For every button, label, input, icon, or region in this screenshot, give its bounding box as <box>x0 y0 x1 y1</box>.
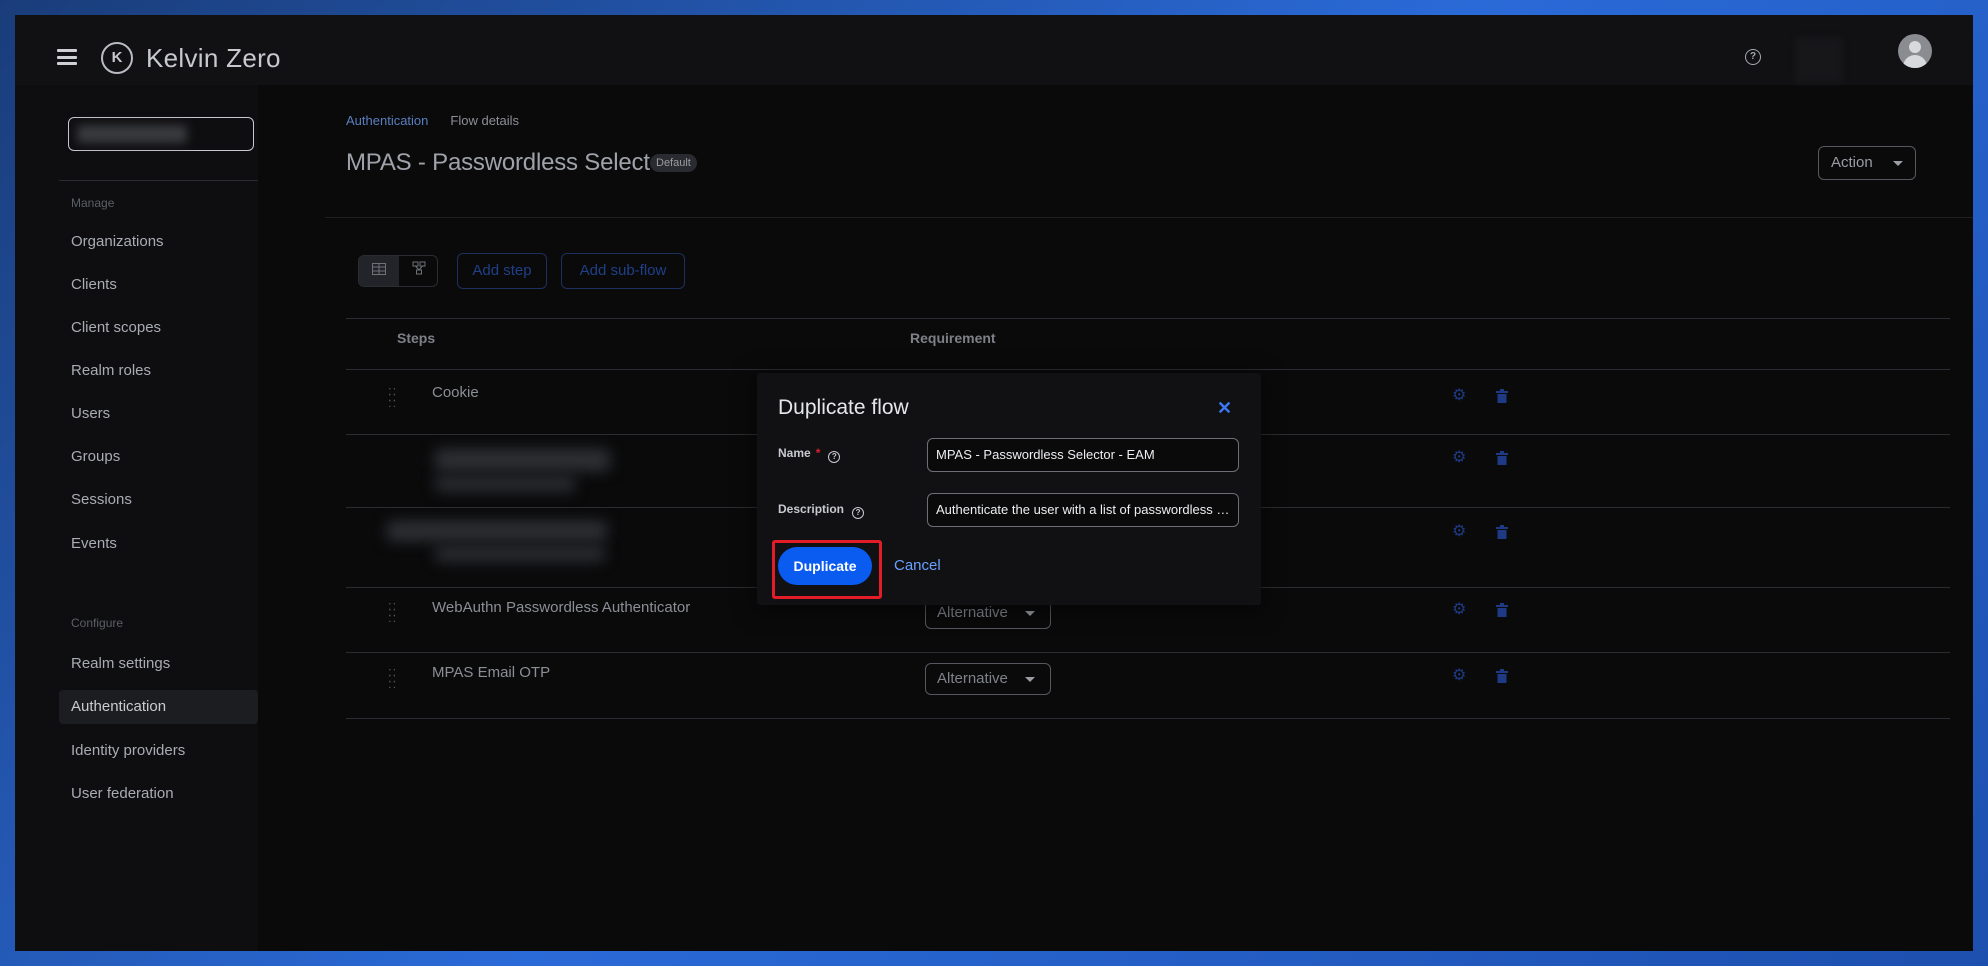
drag-handle-icon[interactable]: :::::: <box>388 665 398 690</box>
trash-icon[interactable] <box>1496 603 1510 617</box>
step-name: MPAS Email OTP <box>432 664 551 681</box>
sidebar-item-groups[interactable]: Groups <box>59 440 258 474</box>
name-label: Name *? <box>778 446 841 463</box>
description-input[interactable]: Authenticate the user with a list of pas… <box>927 493 1239 527</box>
chevron-down-icon <box>1025 611 1035 616</box>
sidebar-item-realm-roles[interactable]: Realm roles <box>59 354 258 388</box>
brand-name: Kelvin Zero <box>146 43 281 73</box>
sidebar-item-events[interactable]: Events <box>59 527 258 561</box>
page-title: MPAS - Passwordless Selector <box>346 149 671 176</box>
name-label-text: Name <box>778 446 811 460</box>
sidebar-item-clients[interactable]: Clients <box>59 268 258 302</box>
sidebar-divider <box>59 180 258 181</box>
add-subflow-button[interactable]: Add sub-flow <box>561 253 685 289</box>
trash-icon[interactable] <box>1496 451 1510 465</box>
chevron-down-icon <box>1025 677 1035 682</box>
name-input[interactable]: MPAS - Passwordless Selector - EAM <box>927 438 1239 472</box>
requirement-value: Alternative <box>937 604 1008 621</box>
sidebar-item-user-federation[interactable]: User federation <box>59 777 258 811</box>
action-dropdown[interactable]: Action <box>1818 146 1916 180</box>
drag-handle-icon[interactable]: :::::: <box>388 384 398 409</box>
description-label: Description? <box>778 502 865 519</box>
cancel-button[interactable]: Cancel <box>894 557 941 574</box>
avatar[interactable] <box>1898 34 1932 68</box>
sidebar <box>15 85 258 951</box>
sidebar-item-authentication[interactable]: Authentication <box>59 690 258 724</box>
step-name: Cookie <box>432 384 479 401</box>
diagram-view-icon[interactable] <box>399 256 437 286</box>
redacted-step-detail <box>435 477 575 491</box>
table-row-divider <box>346 652 1950 653</box>
sidebar-item-organizations[interactable]: Organizations <box>59 225 258 259</box>
gear-icon[interactable]: ⚙ <box>1452 524 1466 540</box>
chevron-down-icon <box>1893 161 1903 166</box>
gear-icon[interactable]: ⚙ <box>1452 602 1466 618</box>
section-title-configure: Configure <box>71 616 124 630</box>
table-view-icon[interactable] <box>359 256 399 286</box>
action-label: Action <box>1831 154 1873 171</box>
realm-name-redacted <box>77 125 187 143</box>
redacted-step-name <box>387 521 607 541</box>
sidebar-item-client-scopes[interactable]: Client scopes <box>59 311 258 345</box>
table-top-border <box>346 318 1950 319</box>
help-icon[interactable]: ? <box>852 507 865 519</box>
sidebar-item-sessions[interactable]: Sessions <box>59 483 258 517</box>
trash-icon[interactable] <box>1496 389 1510 403</box>
table-header-divider <box>346 369 1950 370</box>
column-header-requirement: Requirement <box>910 330 996 346</box>
trash-icon[interactable] <box>1496 525 1510 539</box>
help-icon[interactable]: ? <box>828 451 841 463</box>
gear-icon[interactable]: ⚙ <box>1452 668 1466 684</box>
hamburger-menu-icon[interactable] <box>57 49 77 65</box>
realm-selector[interactable] <box>68 117 254 151</box>
trash-icon[interactable] <box>1496 669 1510 683</box>
breadcrumb-current: Flow details <box>450 113 520 128</box>
top-bar: K Kelvin Zero ? <box>15 15 1973 85</box>
required-asterisk: * <box>815 446 821 460</box>
description-label-text: Description <box>778 502 845 516</box>
table-bottom-border <box>346 718 1950 719</box>
user-name-redacted <box>1795 37 1843 83</box>
help-icon[interactable]: ? <box>1745 49 1761 65</box>
app-window: K Kelvin Zero ? Manage Organizations Cli… <box>15 15 1973 951</box>
column-header-steps: Steps <box>397 330 436 346</box>
section-title-manage: Manage <box>71 196 115 210</box>
duplicate-flow-modal: Duplicate flow ✕ Name *? MPAS - Passwordl… <box>757 373 1261 605</box>
gear-icon[interactable]: ⚙ <box>1452 450 1466 466</box>
default-badge: Default <box>650 154 697 172</box>
drag-handle-icon[interactable]: :::::: <box>388 599 398 624</box>
close-icon[interactable]: ✕ <box>1217 399 1232 417</box>
sidebar-item-identity-providers[interactable]: Identity providers <box>59 734 258 768</box>
step-name: WebAuthn Passwordless Authenticator <box>432 599 691 616</box>
requirement-select[interactable]: Alternative <box>925 663 1051 695</box>
redacted-step-detail <box>435 547 605 561</box>
breadcrumb: Authentication Flow details <box>346 113 519 128</box>
view-toggle <box>358 255 438 287</box>
sidebar-item-realm-settings[interactable]: Realm settings <box>59 647 258 681</box>
add-step-button[interactable]: Add step <box>457 253 547 289</box>
gear-icon[interactable]: ⚙ <box>1452 388 1466 404</box>
redacted-step-name <box>435 449 610 471</box>
header-divider <box>325 217 1973 218</box>
breadcrumb-link-authentication[interactable]: Authentication <box>346 113 428 128</box>
sidebar-item-users[interactable]: Users <box>59 397 258 431</box>
logo-icon: K <box>101 42 133 74</box>
duplicate-button[interactable]: Duplicate <box>778 547 872 585</box>
requirement-value: Alternative <box>937 670 1008 687</box>
modal-title: Duplicate flow <box>778 396 909 419</box>
